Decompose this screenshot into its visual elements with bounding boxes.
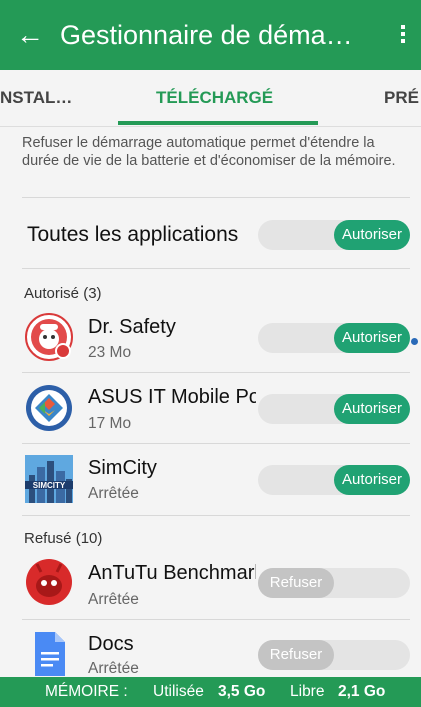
app-size: Arrêtée xyxy=(88,485,139,502)
free-label: Libre xyxy=(290,683,325,700)
divider xyxy=(22,443,410,444)
app-bar: ← Gestionnaire de déma… xyxy=(0,0,421,70)
divider xyxy=(22,372,410,373)
all-apps-label: Toutes les applications xyxy=(27,223,239,246)
divider xyxy=(22,268,410,269)
docs-toggle[interactable]: Refuser xyxy=(258,640,410,670)
divider xyxy=(22,619,410,620)
docs-app-icon xyxy=(25,630,73,678)
app-name: SimCity xyxy=(88,457,157,479)
app-name: Dr. Safety xyxy=(88,316,176,338)
toggle-label: Autoriser xyxy=(334,394,410,424)
antutu-app-icon xyxy=(25,558,73,606)
back-arrow-icon[interactable]: ← xyxy=(0,0,60,70)
memory-footer: MÉMOIRE : Utilisée 3,5 Go Libre 2,1 Go xyxy=(0,677,421,707)
toggle-label: Refuser xyxy=(258,640,334,670)
antutu-toggle[interactable]: Refuser xyxy=(258,568,410,598)
free-value: 2,1 Go xyxy=(338,683,386,700)
toggle-label: Refuser xyxy=(258,568,334,598)
app-name: ASUS IT Mobile Portal xyxy=(88,386,256,408)
tab-installed[interactable]: NSTAL… xyxy=(0,70,72,126)
svg-text:SIMCITY: SIMCITY xyxy=(33,481,66,490)
dr-safety-toggle[interactable]: Autoriser xyxy=(258,323,410,353)
allowed-section-heading: Autorisé (3) xyxy=(24,285,102,302)
tab-preinstalled[interactable]: PRÉ xyxy=(384,70,419,126)
dr-safety-app-icon xyxy=(25,313,73,361)
app-size: Arrêtée xyxy=(88,591,139,608)
refused-section-heading: Refusé (10) xyxy=(24,530,103,547)
tab-downloaded[interactable]: TÉLÉCHARGÉ xyxy=(156,70,273,126)
toggle-label: Autoriser xyxy=(334,465,410,495)
more-options-icon[interactable] xyxy=(397,22,409,48)
all-apps-toggle[interactable]: Autoriser xyxy=(258,220,410,250)
description-text: Refuser le démarrage automatique permet … xyxy=(22,135,396,169)
used-label: Utilisée xyxy=(153,683,204,700)
asus-portal-toggle[interactable]: Autoriser xyxy=(258,394,410,424)
app-size: 17 Mo xyxy=(88,415,132,432)
page-title: Gestionnaire de déma… xyxy=(60,19,353,50)
app-size: Arrêtée xyxy=(88,660,139,677)
simcity-app-icon: SIMCITY xyxy=(25,455,73,503)
divider xyxy=(22,515,410,516)
active-tab-indicator xyxy=(118,121,318,125)
toggle-label: Autoriser xyxy=(334,220,410,250)
simcity-toggle[interactable]: Autoriser xyxy=(258,465,410,495)
divider xyxy=(22,197,410,198)
app-size: 23 Mo xyxy=(88,344,132,361)
toggle-focus-dot xyxy=(411,338,418,345)
app-name: Docs xyxy=(88,633,134,655)
app-name: AnTuTu Benchmark xyxy=(88,562,256,584)
used-value: 3,5 Go xyxy=(218,683,266,700)
tab-bar: NSTAL… TÉLÉCHARGÉ PRÉ xyxy=(0,70,421,127)
memory-label: MÉMOIRE : xyxy=(45,683,128,700)
toggle-label: Autoriser xyxy=(334,323,410,353)
asus-it-mobile-portal-app-icon xyxy=(25,384,73,432)
